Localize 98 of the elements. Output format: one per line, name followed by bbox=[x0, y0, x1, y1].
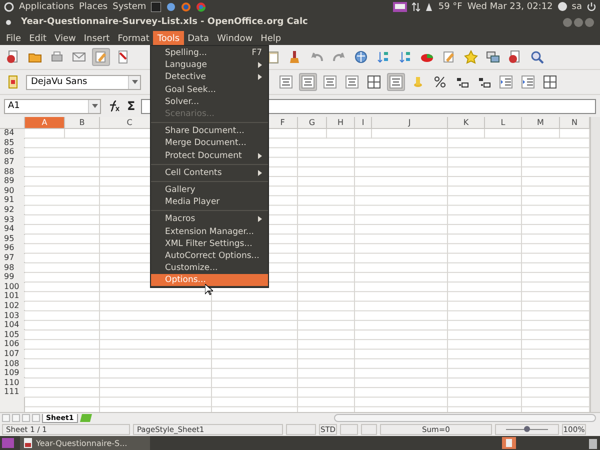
chrome-icon[interactable] bbox=[196, 2, 206, 12]
menu-option[interactable]: Gallery bbox=[151, 184, 268, 196]
menu-option[interactable]: XML Filter Settings... bbox=[151, 238, 268, 250]
styles-icon[interactable] bbox=[6, 75, 20, 89]
remove-decimal-icon[interactable] bbox=[477, 75, 491, 89]
menu-option[interactable]: Cell Contents bbox=[151, 166, 268, 179]
menu-item[interactable]: Data bbox=[184, 31, 214, 45]
sort-ascending-icon[interactable] bbox=[376, 50, 390, 64]
spreadsheet-icon[interactable] bbox=[502, 437, 516, 449]
wrap-text-icon[interactable] bbox=[389, 75, 403, 89]
menu-option[interactable]: Detective bbox=[151, 71, 268, 84]
panel-menu[interactable]: System bbox=[112, 2, 146, 12]
menu-item[interactable]: Edit bbox=[25, 31, 50, 45]
column-header[interactable]: G bbox=[298, 117, 327, 129]
star-icon[interactable] bbox=[464, 50, 478, 64]
zoom-thumb[interactable] bbox=[524, 426, 530, 432]
spreadsheet-icon bbox=[24, 438, 32, 448]
align-left-icon[interactable] bbox=[279, 75, 293, 89]
brush-icon[interactable] bbox=[288, 50, 302, 64]
menu-item[interactable]: Format bbox=[114, 31, 154, 45]
window-dot-icon bbox=[6, 20, 11, 24]
column-header[interactable]: K bbox=[448, 117, 485, 129]
font-name-field[interactable]: DejaVu Sans bbox=[26, 74, 141, 90]
horizontal-scrollbar[interactable] bbox=[334, 414, 596, 422]
power-icon[interactable] bbox=[587, 2, 596, 11]
user-icon[interactable] bbox=[558, 2, 567, 11]
submenu-arrow-icon bbox=[258, 216, 262, 222]
menu-item[interactable]: Help bbox=[256, 31, 286, 45]
window-title: Year-Questionnaire-Survey-List.xls - OpenOffice.org Calc bbox=[21, 17, 308, 27]
windows-icon[interactable] bbox=[486, 50, 500, 64]
pen-icon[interactable] bbox=[442, 50, 456, 64]
panel-menu[interactable]: Applications bbox=[19, 2, 74, 12]
menu-option[interactable]: Goal Seek... bbox=[151, 84, 268, 96]
column-header[interactable]: J bbox=[372, 117, 448, 129]
increase-indent-icon[interactable] bbox=[521, 75, 535, 89]
menu-option[interactable]: Solver... bbox=[151, 96, 268, 108]
column-header[interactable]: F bbox=[268, 117, 298, 129]
column-header[interactable]: M bbox=[522, 117, 560, 129]
merge-cells-icon[interactable] bbox=[367, 75, 381, 89]
zoom-slider[interactable] bbox=[495, 424, 559, 435]
menu-item[interactable]: Insert bbox=[80, 31, 114, 45]
printer-icon[interactable] bbox=[50, 50, 64, 64]
submenu-arrow-icon bbox=[258, 170, 262, 176]
menu-item[interactable]: File bbox=[2, 31, 26, 45]
shortcut-text: F7 bbox=[252, 48, 262, 58]
column-header[interactable]: I bbox=[355, 117, 372, 129]
document-icon[interactable] bbox=[508, 50, 522, 64]
submenu-arrow-icon bbox=[258, 152, 262, 159]
sort-descending-icon[interactable] bbox=[398, 50, 412, 64]
align-right-icon[interactable] bbox=[323, 75, 337, 89]
menu-option[interactable]: Media Player bbox=[151, 196, 268, 208]
column-header[interactable]: H bbox=[327, 117, 355, 129]
pdf-icon[interactable] bbox=[116, 50, 130, 64]
close-button[interactable] bbox=[585, 18, 594, 26]
edit-icon[interactable] bbox=[94, 50, 108, 64]
firefox-icon[interactable] bbox=[181, 2, 192, 12]
function-wizard-icon[interactable] bbox=[107, 99, 121, 113]
vertical-scrollbar[interactable] bbox=[590, 117, 600, 412]
menu-option[interactable]: Protect Document bbox=[151, 150, 268, 162]
sum-button[interactable]: Σ bbox=[127, 99, 136, 113]
taskbar-button[interactable]: Year-Questionnaire-S... bbox=[20, 436, 150, 450]
panel-menu[interactable]: Places bbox=[78, 2, 108, 12]
menu-option[interactable]: Spelling... F7 bbox=[151, 47, 268, 60]
ubuntu-logo-icon[interactable] bbox=[4, 2, 14, 12]
menu-item[interactable]: View bbox=[50, 31, 80, 45]
dropdown-icon bbox=[132, 80, 138, 84]
menu-option[interactable]: Language bbox=[151, 59, 268, 72]
mouse-cursor-icon bbox=[205, 284, 213, 295]
temperature-text[interactable]: 59 °F bbox=[438, 2, 462, 12]
borders-icon[interactable] bbox=[543, 75, 557, 89]
percent-icon[interactable] bbox=[433, 75, 447, 89]
name-box[interactable]: A1 bbox=[4, 98, 101, 114]
monitor-icon[interactable] bbox=[393, 2, 408, 12]
envelope-icon[interactable] bbox=[72, 50, 86, 64]
maximize-button[interactable] bbox=[574, 18, 583, 26]
minimize-button[interactable] bbox=[563, 18, 572, 26]
align-center-icon[interactable] bbox=[301, 75, 315, 89]
new-document-icon[interactable] bbox=[6, 50, 20, 64]
column-header[interactable]: N bbox=[560, 117, 590, 129]
menu-option[interactable]: AutoCorrect Options... bbox=[151, 250, 268, 262]
trash-icon[interactable] bbox=[588, 437, 598, 449]
clipboard-icon[interactable] bbox=[266, 50, 280, 64]
menu-option[interactable]: Merge Document... bbox=[151, 137, 268, 150]
menu-option[interactable]: Extension Manager... bbox=[151, 225, 268, 238]
globe-icon[interactable] bbox=[354, 50, 368, 64]
dropdown-icon bbox=[92, 104, 98, 108]
menu-option[interactable]: Macros bbox=[151, 213, 268, 226]
add-decimal-icon[interactable] bbox=[455, 75, 469, 89]
user-name[interactable]: sa bbox=[572, 2, 582, 12]
clock-text[interactable]: Wed Mar 23, 02:12 bbox=[467, 2, 553, 12]
network-icon[interactable] bbox=[412, 2, 420, 12]
menu-option[interactable]: Customize... bbox=[151, 262, 268, 274]
column-header[interactable]: B bbox=[65, 117, 100, 129]
search-icon[interactable] bbox=[530, 50, 544, 64]
decrease-indent-icon[interactable] bbox=[499, 75, 513, 89]
column-header[interactable]: L bbox=[485, 117, 522, 129]
justify-icon[interactable] bbox=[345, 75, 359, 89]
menu-item[interactable]: Window bbox=[213, 31, 257, 45]
